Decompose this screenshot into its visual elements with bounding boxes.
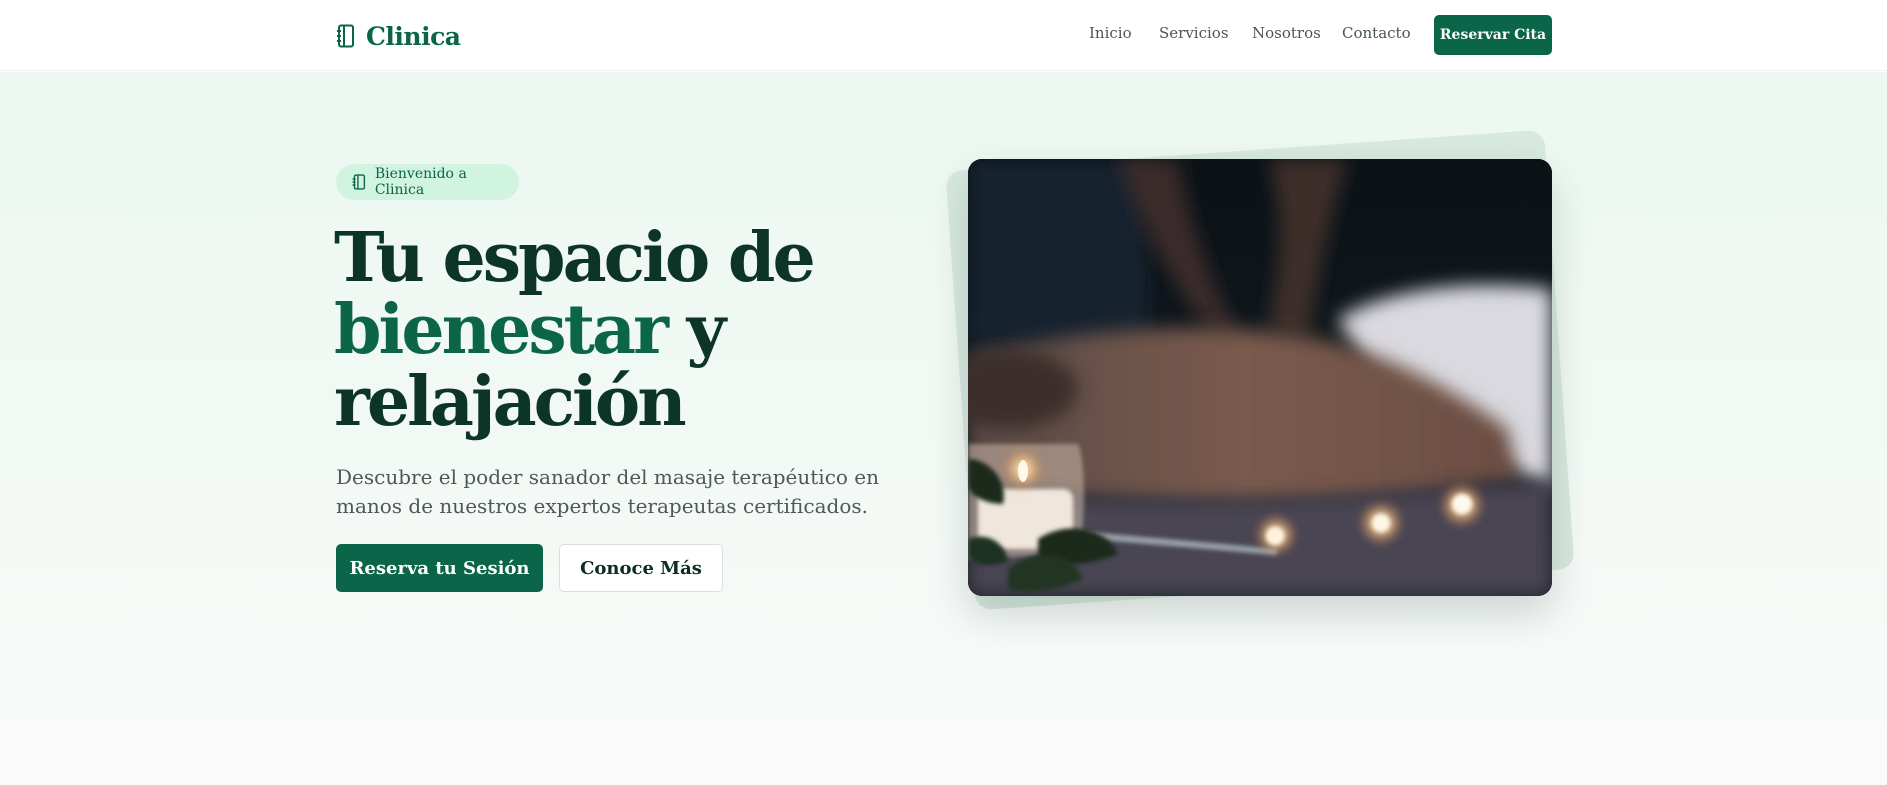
welcome-badge-text: Bienvenido a Clinica	[374, 166, 467, 198]
hero-title: Tu espacio de bienestar y relajación	[334, 222, 934, 438]
hero-title-line3: relajación	[334, 362, 687, 442]
massage-photo	[968, 159, 1552, 596]
hero-title-accent: bienestar	[334, 290, 669, 370]
reserva-sesion-button[interactable]: Reserva tu Sesión	[336, 544, 543, 592]
next-section	[0, 724, 1887, 785]
conoce-mas-button[interactable]: Conoce Más	[559, 544, 723, 592]
notebook-icon	[337, 24, 354, 48]
hero-title-line1: Tu espacio de	[334, 218, 816, 298]
hero-section	[0, 72, 1887, 724]
notebook-icon	[352, 174, 366, 190]
brand-name: Clinica	[366, 21, 461, 51]
welcome-badge: Bienvenido a Clinica	[336, 164, 519, 200]
hero-image-massage	[968, 159, 1552, 596]
nav-link-inicio[interactable]: Inicio	[1089, 24, 1132, 42]
hero-subtitle: Descubre el poder sanador del masaje ter…	[336, 465, 880, 518]
site-header: Clinica Inicio Servicios Nosotros Contac…	[0, 0, 1887, 71]
nav-link-servicios[interactable]: Servicios	[1159, 24, 1229, 42]
nav-link-contacto[interactable]: Contacto	[1342, 24, 1411, 42]
hero-title-line2-rest: y	[665, 290, 727, 370]
brand-logo[interactable]: Clinica	[336, 20, 461, 52]
reservar-cita-button[interactable]: Reservar Cita	[1434, 15, 1552, 55]
nav-link-nosotros[interactable]: Nosotros	[1252, 24, 1321, 42]
